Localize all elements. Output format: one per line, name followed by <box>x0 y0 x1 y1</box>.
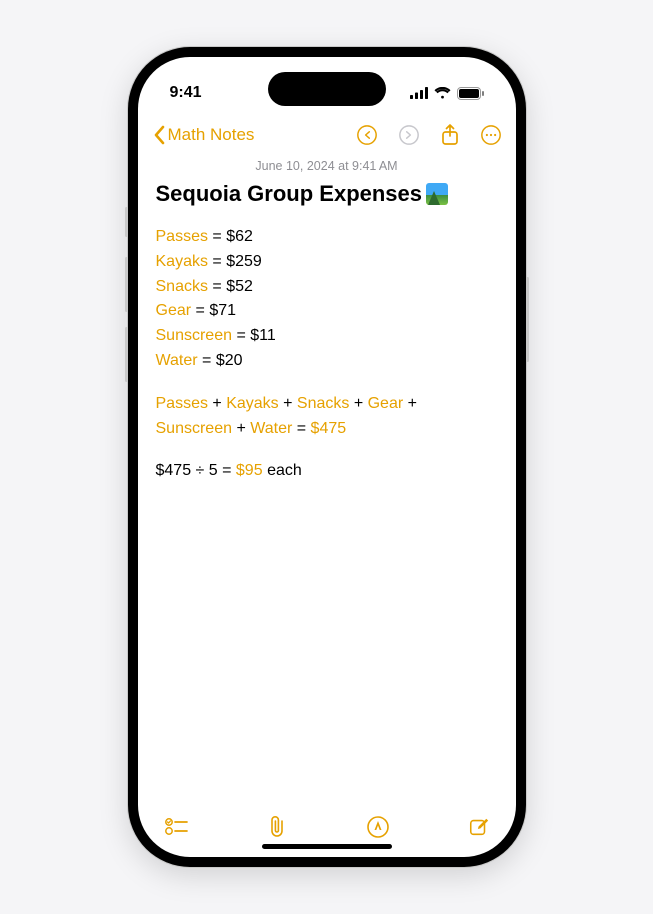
expense-line: Passes = $62 <box>156 225 498 250</box>
park-emoji-icon <box>426 183 448 205</box>
expense-value: $62 <box>226 228 253 245</box>
division-result: $95 <box>236 462 263 479</box>
expense-name: Gear <box>156 302 192 319</box>
expense-name: Passes <box>156 228 208 245</box>
sum-term: Snacks <box>297 395 349 412</box>
expense-value: $259 <box>226 253 262 270</box>
sum-term: Gear <box>368 395 404 412</box>
division-prefix: $475 ÷ 5 = <box>156 462 232 479</box>
note-timestamp: June 10, 2024 at 9:41 AM <box>138 155 516 181</box>
sum-term: Water <box>250 420 292 437</box>
expense-sum: Passes + Kayaks + Snacks + Gear + Sunscr… <box>156 392 498 442</box>
expense-value: $11 <box>250 327 276 344</box>
note-title-text: Sequoia Group Expenses <box>156 181 423 207</box>
checklist-button[interactable] <box>164 817 188 837</box>
sum-term: Sunscreen <box>156 420 233 437</box>
expense-name: Snacks <box>156 278 208 295</box>
power-button <box>526 277 529 362</box>
division-line: $475 ÷ 5 = $95 each <box>156 459 498 484</box>
expense-value: $20 <box>216 352 243 369</box>
note-title: Sequoia Group Expenses <box>156 181 498 207</box>
redo-button[interactable] <box>398 124 420 146</box>
battery-icon <box>457 87 484 100</box>
compose-button[interactable] <box>468 816 490 838</box>
sum-result: $475 <box>311 420 347 437</box>
expense-line: Gear = $71 <box>156 299 498 324</box>
status-time: 9:41 <box>170 84 202 102</box>
screen: 9:41 Math Notes <box>138 57 516 857</box>
dynamic-island <box>268 72 386 106</box>
attachment-button[interactable] <box>266 815 288 839</box>
volume-down-button <box>125 327 128 382</box>
expense-name: Kayaks <box>156 253 208 270</box>
division-suffix: each <box>267 462 302 479</box>
expense-list: Passes = $62Kayaks = $259Snacks = $52Gea… <box>156 225 498 374</box>
sum-term: Kayaks <box>226 395 278 412</box>
note-body[interactable]: Sequoia Group Expenses Passes = $62Kayak… <box>138 181 516 803</box>
volume-up-button <box>125 257 128 312</box>
expense-line: Snacks = $52 <box>156 275 498 300</box>
expense-line: Water = $20 <box>156 349 498 374</box>
share-button[interactable] <box>440 123 460 147</box>
markup-button[interactable] <box>366 815 390 839</box>
more-button[interactable] <box>480 124 502 146</box>
expense-line: Kayaks = $259 <box>156 250 498 275</box>
expense-value: $52 <box>226 278 253 295</box>
back-button[interactable]: Math Notes <box>152 125 354 145</box>
sum-term: Passes <box>156 395 208 412</box>
home-indicator[interactable] <box>262 844 392 849</box>
expense-value: $71 <box>209 302 236 319</box>
nav-bar: Math Notes <box>138 115 516 155</box>
wifi-icon <box>434 87 451 99</box>
expense-name: Sunscreen <box>156 327 233 344</box>
side-button <box>125 207 128 237</box>
sum-line-1: Passes + Kayaks + Snacks + Gear + <box>156 392 498 417</box>
expense-name: Water <box>156 352 198 369</box>
undo-button[interactable] <box>356 124 378 146</box>
back-label: Math Notes <box>168 125 255 145</box>
expense-line: Sunscreen = $11 <box>156 324 498 349</box>
cellular-icon <box>410 87 428 99</box>
phone-frame: 9:41 Math Notes <box>128 47 526 867</box>
sum-line-2: Sunscreen + Water = $475 <box>156 417 498 442</box>
chevron-left-icon <box>152 125 166 145</box>
